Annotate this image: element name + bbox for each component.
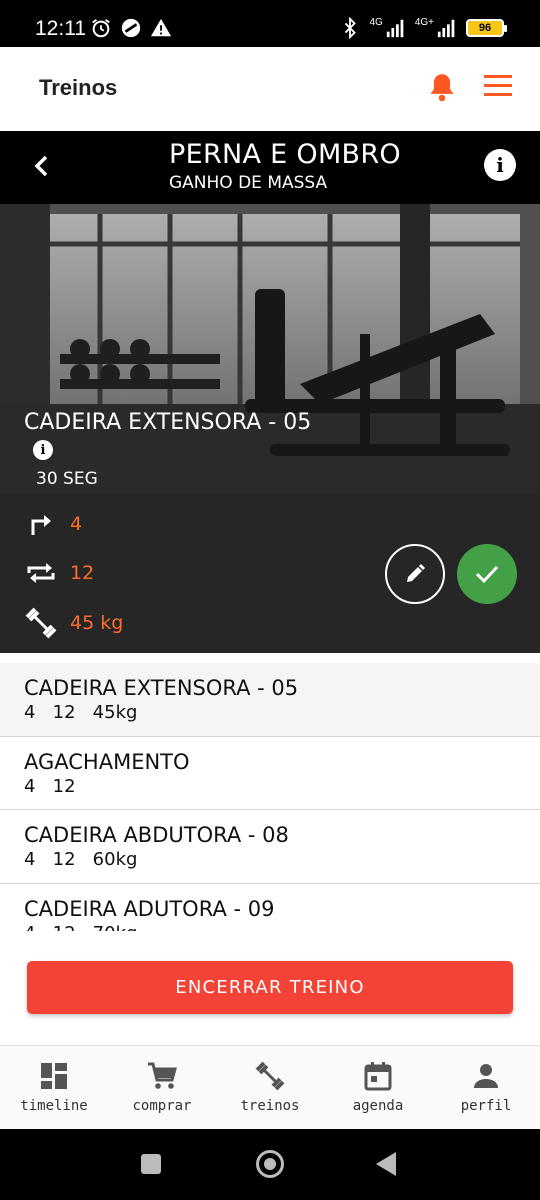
reps-value: 12 — [70, 562, 95, 584]
exercise-meta: 4 12 60kg — [24, 849, 138, 870]
exercise-meta: 4 12 70kg — [24, 922, 516, 932]
reps-row: 12 — [24, 556, 94, 590]
signal-icon — [386, 19, 404, 38]
exercise-meta: 4 12 — [24, 775, 76, 797]
no-disturb-icon — [121, 18, 141, 38]
info-icon[interactable]: i — [484, 149, 516, 181]
exercise-stats-panel: 4 12 45 kg — [0, 493, 540, 653]
complete-button[interactable] — [457, 544, 517, 604]
warning-icon — [150, 18, 172, 37]
weight-row: 45 kg — [24, 606, 123, 640]
repeat-icon — [27, 563, 55, 583]
bluetooth-icon — [345, 17, 357, 39]
nav-label: comprar — [132, 1098, 192, 1114]
home-icon[interactable] — [256, 1150, 284, 1178]
dumbbell-icon — [255, 1061, 285, 1091]
menu-icon[interactable] — [484, 74, 512, 98]
current-exercise-name: CADEIRA EXTENSORA - 05 — [24, 410, 312, 435]
battery-indicator: 96 — [466, 19, 507, 37]
recent-apps-icon[interactable] — [141, 1154, 161, 1174]
status-bar: 12:11 4G 4G+ 96 — [0, 0, 540, 47]
check-icon — [475, 565, 499, 584]
system-navigation-bar — [0, 1129, 540, 1200]
sets-row: 4 — [24, 507, 82, 541]
workout-title: PERNA E OMBRO — [169, 139, 401, 170]
workout-subtitle: GANHO DE MASSA — [169, 173, 328, 193]
network-label-2: 4G+ — [414, 16, 434, 28]
turn-right-icon — [31, 515, 51, 535]
app-bar: Treinos — [0, 47, 540, 131]
nav-perfil[interactable]: perfil — [432, 1046, 540, 1129]
calendar-icon — [364, 1062, 392, 1091]
dumbbell-icon — [25, 607, 57, 639]
nav-label: timeline — [20, 1098, 88, 1114]
exercise-list: CADEIRA EXTENSORA - 05 4 12 45kg AGACHAM… — [0, 663, 540, 931]
end-workout-area: ENCERRAR TREINO — [0, 931, 540, 1045]
nav-treinos[interactable]: treinos — [216, 1046, 324, 1129]
rest-time: 30 SEG — [36, 469, 98, 489]
nav-label: agenda — [352, 1098, 404, 1114]
exercise-name: CADEIRA ABDUTORA - 08 — [24, 823, 289, 847]
app-title: Treinos — [39, 75, 118, 100]
end-workout-button[interactable]: ENCERRAR TREINO — [27, 961, 513, 1014]
sets-value: 4 — [70, 513, 83, 535]
workout-header: PERNA E OMBRO GANHO DE MASSA i — [0, 131, 540, 204]
system-back-icon[interactable] — [376, 1152, 396, 1176]
list-item[interactable]: CADEIRA ABDUTORA - 08 4 12 60kg — [0, 810, 540, 884]
exercise-meta: 4 12 45kg — [24, 702, 138, 723]
nav-timeline[interactable]: timeline — [0, 1046, 108, 1129]
exercise-info-icon[interactable]: i — [33, 440, 53, 460]
dashboard-icon — [41, 1063, 67, 1089]
list-item[interactable]: CADEIRA ADUTORA - 09 4 12 70kg — [0, 883, 540, 932]
bottom-navigation: timeline comprar treinos agenda perfil — [0, 1045, 540, 1129]
nav-comprar[interactable]: comprar — [108, 1046, 216, 1129]
nav-agenda[interactable]: agenda — [324, 1046, 432, 1129]
back-arrow-icon[interactable] — [28, 151, 56, 181]
status-icons-right: 4G 4G+ 96 — [339, 16, 507, 39]
pencil-icon — [407, 564, 425, 582]
list-item[interactable]: AGACHAMENTO 4 12 — [0, 736, 540, 810]
status-icons-left — [90, 17, 172, 39]
exercise-name: CADEIRA EXTENSORA - 05 — [24, 676, 299, 700]
gym-photo — [0, 204, 540, 493]
status-time: 12:11 — [35, 17, 86, 40]
person-icon — [474, 1064, 498, 1088]
signal-icon-2 — [437, 19, 455, 38]
exercise-hero-image: CADEIRA EXTENSORA - 05 i 30 SEG — [0, 204, 540, 493]
exercise-name: AGACHAMENTO — [24, 749, 190, 774]
notifications-bell-icon[interactable] — [428, 72, 456, 102]
list-item[interactable]: CADEIRA EXTENSORA - 05 4 12 45kg — [0, 663, 540, 737]
nav-label: perfil — [460, 1098, 512, 1114]
weight-value: 45 kg — [70, 612, 124, 634]
edit-button[interactable] — [385, 544, 445, 604]
network-label-1: 4G — [369, 16, 383, 28]
alarm-icon — [92, 19, 110, 38]
exercise-name: CADEIRA ADUTORA - 09 — [24, 896, 275, 921]
nav-label: treinos — [240, 1098, 300, 1114]
cart-icon — [148, 1062, 177, 1089]
